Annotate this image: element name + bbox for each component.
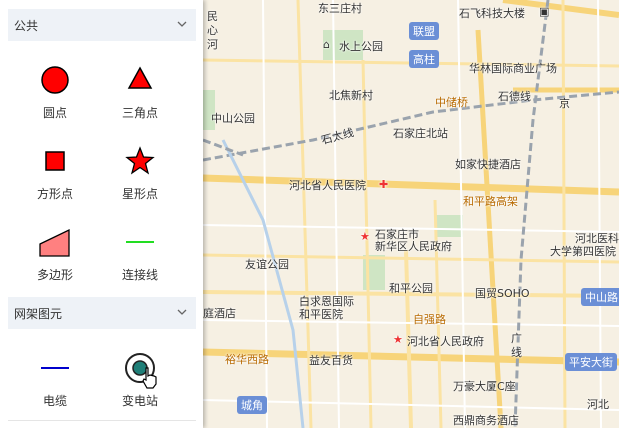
map-label: 河 (207, 38, 218, 51)
map-label: 如家快捷酒店 (455, 158, 521, 171)
government-icon: ★ (360, 230, 370, 243)
symbol-label: 变电站 (121, 394, 158, 408)
map-label: 中储桥 (435, 96, 468, 109)
map-view[interactable]: 东三庄村 联盟 石飞科技大楼 ▣ ⌂ 水上公园 高柱 华林国际商业广场 北焦新村… (203, 0, 619, 428)
symbol-star-point[interactable]: 星形点 (105, 133, 175, 203)
map-label-badge: 中山路 (581, 288, 619, 306)
map-label-badge: 联盟 (409, 22, 439, 40)
symbol-label: 三角点 (121, 106, 158, 120)
symbol-cable[interactable]: 电缆 (20, 340, 90, 410)
map-label: 友谊公园 (245, 258, 289, 271)
section-title: 公共 (14, 19, 39, 33)
chevron-down-icon (177, 309, 187, 315)
symbol-triangle-point[interactable]: 三角点 (105, 52, 175, 122)
symbol-label: 星形点 (121, 187, 158, 201)
symbol-substation[interactable]: 变电站 (105, 340, 175, 410)
map-label-badge: 平安大街 (565, 353, 617, 371)
section-header-grid[interactable]: 网架图元 (8, 297, 196, 329)
red-circle-icon (41, 66, 69, 94)
symbol-circle-point[interactable]: 圆点 (20, 52, 90, 122)
park-icon: ⌂ (323, 38, 330, 51)
map-label: 京 (559, 97, 570, 110)
map-label: 河北 (587, 398, 609, 411)
map-label: 石飞科技大楼 (459, 7, 525, 20)
map-label: 和平路高架 (463, 195, 518, 208)
map-label-badge: 城角 (237, 396, 267, 414)
map-label: 裕华西路 (225, 353, 269, 366)
blue-line-icon (41, 367, 69, 369)
map-label: 益友百货 (309, 354, 353, 367)
map-label: 国贸SOHO (475, 287, 530, 300)
symbol-label: 多边形 (36, 268, 73, 282)
map-label: 北焦新村 (329, 89, 373, 102)
red-star-icon (125, 146, 155, 175)
polygon-icon (39, 228, 70, 257)
map-label: 河北省人民医院 (289, 179, 366, 192)
hospital-icon: ✚ (379, 178, 389, 191)
map-label: 西鼎商务酒店 (453, 414, 519, 427)
symbol-label: 连接线 (121, 268, 158, 282)
map-label: 新华区人民政府 (375, 240, 452, 253)
map-label: 庭酒店 (203, 307, 236, 320)
map-label: 水上公园 (339, 40, 383, 53)
map-label: 自强路 (413, 313, 446, 326)
map-label: 石家庄北站 (393, 127, 448, 140)
divider (8, 420, 196, 421)
map-label: 中山公园 (211, 112, 255, 125)
map-label: 东三庄村 (318, 2, 362, 15)
hand-cursor-icon (142, 367, 157, 389)
map-label: 河北省人民政府 (407, 335, 484, 348)
map-label-badge: 高柱 (409, 50, 439, 68)
red-square-icon (45, 151, 65, 171)
government-icon: ★ (393, 333, 403, 346)
map-label: 和平医院 (299, 308, 343, 321)
chevron-down-icon (177, 21, 187, 27)
map-label: 万豪大厦C座 (453, 380, 516, 393)
section-header-public[interactable]: 公共 (8, 9, 196, 41)
symbol-square-point[interactable]: 方形点 (20, 133, 90, 203)
map-label: 大学第四医院 (550, 245, 616, 258)
symbol-label: 方形点 (36, 187, 73, 201)
symbol-label: 圆点 (42, 106, 67, 120)
map-label: 石德线 (498, 90, 531, 103)
green-line-icon (126, 241, 154, 243)
map-label: 线 (511, 346, 522, 359)
symbol-panel: 公共 圆点 三角点 方形点 星形点 多边形 连接线 网架图元 电缆 变电站 (0, 0, 203, 428)
symbol-label: 电缆 (42, 394, 67, 408)
section-title: 网架图元 (14, 307, 63, 321)
symbol-connect-line[interactable]: 连接线 (105, 214, 175, 284)
map-label: 华林国际商业广场 (469, 62, 557, 75)
red-triangle-icon (127, 66, 153, 89)
building-icon: ▣ (539, 5, 550, 18)
symbol-polygon[interactable]: 多边形 (20, 214, 90, 284)
map-label: 和平公园 (389, 282, 433, 295)
